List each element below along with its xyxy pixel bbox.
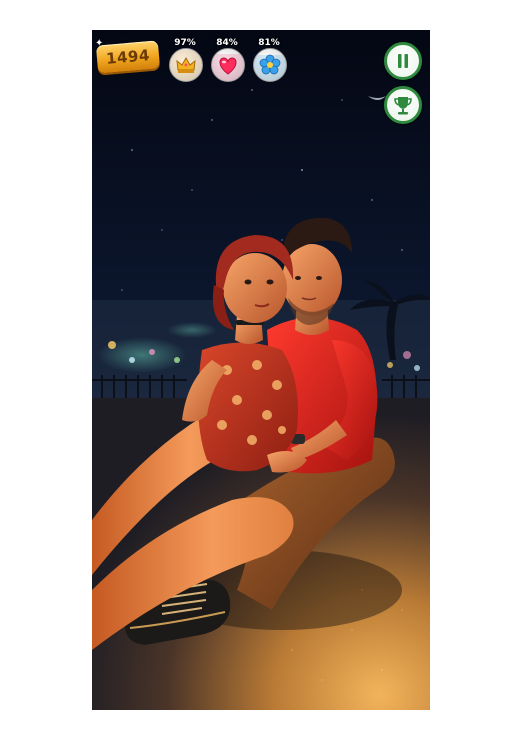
flower-icon <box>259 54 281 75</box>
coin-counter[interactable]: 1494 <box>95 40 161 74</box>
trophy-button[interactable] <box>384 86 422 124</box>
coin-count: 1494 <box>105 46 151 68</box>
crown-icon <box>176 56 196 73</box>
stat-love[interactable]: 84% <box>208 38 246 82</box>
stat-mood-value: 81% <box>258 38 280 48</box>
stat-mood[interactable]: 81% <box>250 38 288 82</box>
stat-crown[interactable]: 97% <box>166 38 204 82</box>
beach-night-scene <box>92 30 430 710</box>
pause-icon <box>398 54 408 68</box>
heart-icon <box>219 57 237 75</box>
pause-button[interactable] <box>384 42 422 80</box>
sparkle-icon: ✦ <box>95 38 104 49</box>
stat-crown-value: 97% <box>174 38 196 48</box>
stat-mood-meter <box>253 48 287 82</box>
stat-crown-meter <box>169 48 203 82</box>
trophy-icon <box>394 97 412 115</box>
stat-love-value: 84% <box>216 38 238 48</box>
stat-love-meter <box>211 48 245 82</box>
game-screen[interactable]: 1494 ✦ 97% 84% 81% <box>92 30 430 710</box>
